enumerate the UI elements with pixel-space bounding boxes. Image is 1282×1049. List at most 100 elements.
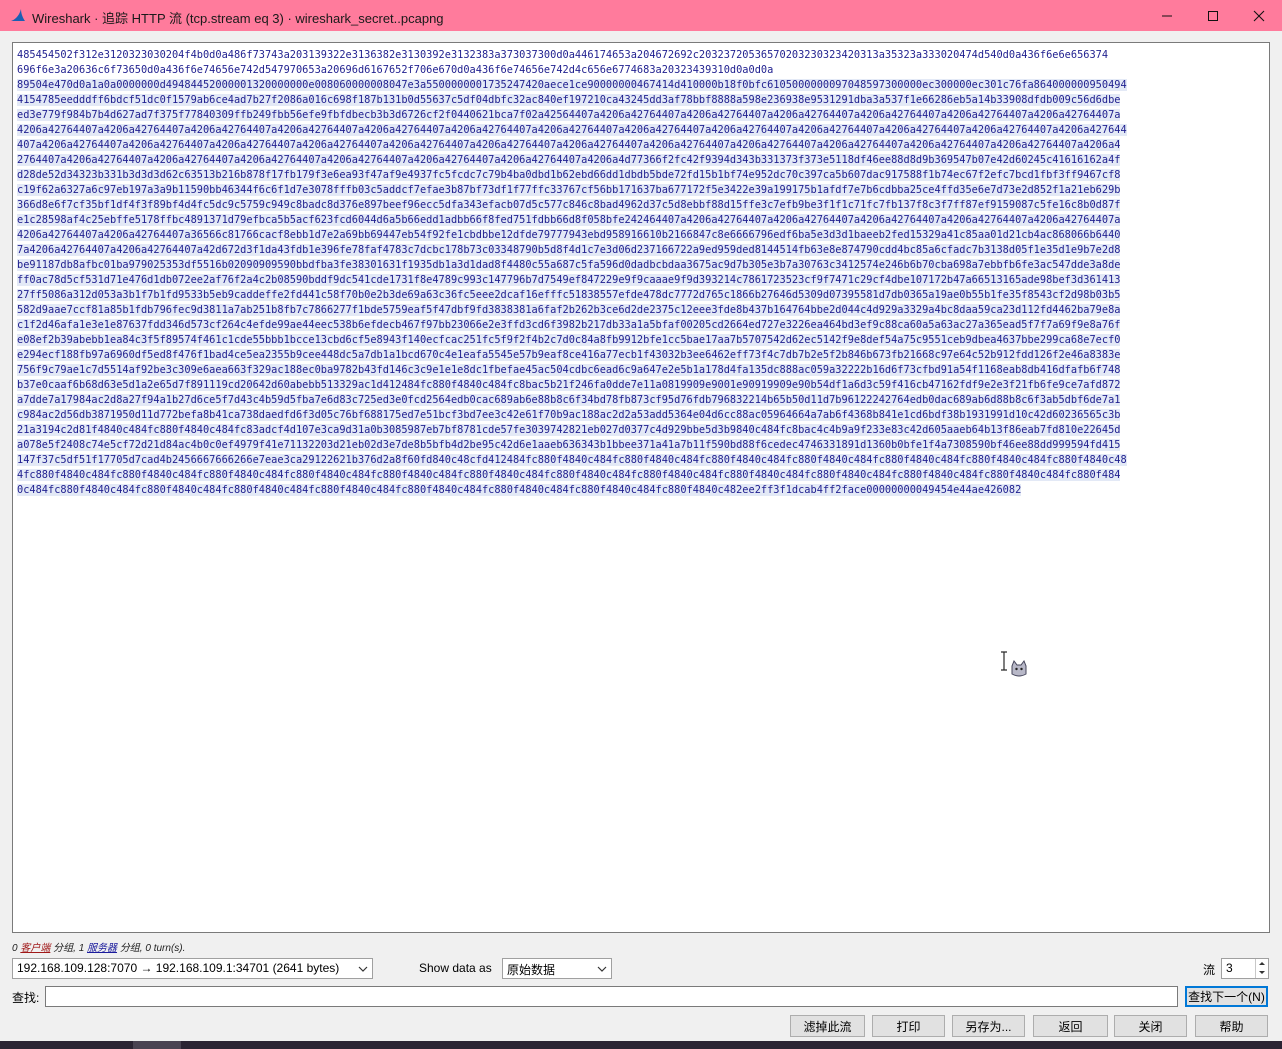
print-button[interactable]: 打印	[872, 1015, 945, 1037]
stream-line[interactable]: c19f62a6327a6c97eb197a3a9b11590bb46344f6…	[17, 183, 1267, 198]
server-packets-word: 分组,	[119, 943, 143, 954]
stream-line[interactable]: 366d8e6f7cf35bf1df4f3f89bf4d4fc5dc9c5759…	[17, 198, 1267, 213]
stream-line-text: 756f9c79ae1c7d5514af92be3c309e6aea663f32…	[17, 364, 1121, 376]
minimize-icon	[1162, 15, 1172, 16]
stream-line[interactable]: c1f2d46afa1e3e1e87637fdd346d573cf264c4ef…	[17, 318, 1267, 333]
taskbar-item[interactable]	[133, 1041, 181, 1049]
stream-line-text: 89504e470d0a1a0a0000000d4948445200000132…	[17, 79, 1127, 91]
stream-line-text: 0c484fc880f4840c484fc880f4840c484fc880f4…	[17, 484, 1022, 496]
find-next-button[interactable]: 查找下一个(N)	[1185, 986, 1268, 1007]
spin-down-icon[interactable]	[1256, 968, 1268, 977]
find-input[interactable]	[45, 986, 1178, 1007]
stream-line-text: 7a4206a42764407a4206a42764407a42d672d3f1…	[17, 244, 1121, 256]
stream-line-text: c984ac2d56db3871950d11d772befa8b41ca738d…	[17, 409, 1121, 421]
stream-line-text: 147f37c5df51f17705d7cad4b2456667666266e7…	[17, 454, 1127, 466]
stream-line-text: 27ff5086a312d053a3b1f7b1fd9533b5eb9cadde…	[17, 289, 1121, 301]
stream-line-text: 366d8e6f7cf35bf1df4f3f89bf4d4fc5dc9c5759…	[17, 199, 1121, 211]
title-bar[interactable]: Wireshark · 追踪 HTTP 流 (tcp.stream eq 3) …	[0, 0, 1282, 31]
stream-line-text: 582d9aae7ccf81a85b1fdb796fec9d3811a7ab25…	[17, 304, 1121, 316]
chevron-down-icon	[597, 963, 607, 973]
stream-line[interactable]: 696f6e3a20636c6f73650d0a436f6e74656e742d…	[17, 63, 1267, 78]
stream-line[interactable]: 4154785eedddff6bdcf51dc0f1579ab6ce4ad7b2…	[17, 93, 1267, 108]
stream-line[interactable]: ff0ac78d5cf531d71e476d1db072ee2af76f2a4c…	[17, 273, 1267, 288]
stream-line-text: a7dde7a17984ac2d8a27f94a1b27d6ce5f7d43c4…	[17, 394, 1121, 406]
stream-line-text: b37e0caaf6b68d63e5d1a2e65d7f891119cd2064…	[17, 379, 1121, 391]
stream-line[interactable]: 0c484fc880f4840c484fc880f4840c484fc880f4…	[17, 483, 1267, 498]
spin-arrows[interactable]	[1255, 959, 1268, 978]
window-title: Wireshark · 追踪 HTTP 流 (tcp.stream eq 3) …	[32, 11, 444, 26]
close-button[interactable]: 关闭	[1114, 1015, 1187, 1037]
stream-number-spinbox[interactable]: 3	[1221, 958, 1269, 979]
stream-line-text: 4206a42764407a4206a42764407a36566c81766c…	[17, 229, 1121, 241]
minimize-button[interactable]	[1144, 0, 1190, 31]
stream-text[interactable]: 485454502f312e3120323030204f4b0d0a486f73…	[17, 48, 1267, 498]
stream-line[interactable]: a078e5f2408c74e5cf72d21d84ac4b0c0ef4979f…	[17, 438, 1267, 453]
conversation-select[interactable]: 192.168.109.128:7070 → 192.168.109.1:347…	[12, 958, 373, 979]
back-button[interactable]: 返回	[1033, 1015, 1108, 1037]
client-label: 客户端	[20, 943, 51, 954]
stream-line[interactable]: 485454502f312e3120323030204f4b0d0a486f73…	[17, 48, 1267, 63]
maximize-button[interactable]	[1190, 0, 1236, 31]
stream-line[interactable]: 756f9c79ae1c7d5514af92be3c309e6aea663f32…	[17, 363, 1267, 378]
wireshark-fin-icon	[10, 8, 26, 22]
server-label: 服务器	[87, 943, 118, 954]
stream-line-text: a078e5f2408c74e5cf72d21d84ac4b0c0ef4979f…	[17, 439, 1121, 451]
stream-line-text: c19f62a6327a6c97eb197a3a9b11590bb46344f6…	[17, 184, 1121, 196]
stream-line[interactable]: 2764407a4206a42764407a4206a42764407a4206…	[17, 153, 1267, 168]
turns-count: 0 turn(s).	[145, 943, 186, 954]
stream-line[interactable]: 4fc880f4840c484fc880f4840c484fc880f4840c…	[17, 468, 1267, 483]
stream-line[interactable]: be91187db8afbc01ba979025353df5516b020909…	[17, 258, 1267, 273]
stream-line[interactable]: 21a3194c2d81f4840c484fc880f4840c484fc83a…	[17, 423, 1267, 438]
stream-line-text: c1f2d46afa1e3e1e87637fdd346d573cf264c4ef…	[17, 319, 1121, 331]
stream-line-text: 21a3194c2d81f4840c484fc880f4840c484fc83a…	[17, 424, 1121, 436]
chevron-down-icon	[358, 963, 368, 973]
stream-line[interactable]: ed3e779f984b7b4d627ad7f375f77840309ffb24…	[17, 108, 1267, 123]
stream-line[interactable]: e08ef2b39abebb1ea84c3f5f89574f461c1cde55…	[17, 333, 1267, 348]
stream-line-text: ed3e779f984b7b4d627ad7f375f77840309ffb24…	[17, 109, 1121, 121]
stream-line[interactable]: c984ac2d56db3871950d11d772befa8b41ca738d…	[17, 408, 1267, 423]
stream-line[interactable]: 89504e470d0a1a0a0000000d4948445200000132…	[17, 78, 1267, 93]
stream-line[interactable]: a7dde7a17984ac2d8a27f94a1b27d6ce5f7d43c4…	[17, 393, 1267, 408]
show-data-as-label: Show data as	[419, 961, 492, 975]
stream-line[interactable]: 27ff5086a312d053a3b1f7b1fd9533b5eb9cadde…	[17, 288, 1267, 303]
data-format-value: 原始数据	[507, 963, 556, 977]
stream-line-text: 4154785eedddff6bdcf51dc0f1579ab6ce4ad7b2…	[17, 94, 1121, 106]
stream-line-text: e08ef2b39abebb1ea84c3f5f89574f461c1cde55…	[17, 334, 1121, 346]
cat-cursor-icon	[1009, 659, 1029, 679]
maximize-icon	[1208, 10, 1218, 21]
stream-line[interactable]: 4206a42764407a4206a42764407a36566c81766c…	[17, 228, 1267, 243]
text-cursor-icon	[999, 651, 1009, 671]
server-count: 1	[78, 943, 85, 954]
stream-line[interactable]: 7a4206a42764407a4206a42764407a42d672d3f1…	[17, 243, 1267, 258]
stream-line[interactable]: b37e0caaf6b68d63e5d1a2e65d7f891119cd2064…	[17, 378, 1267, 393]
close-window-button[interactable]	[1236, 0, 1282, 31]
help-button[interactable]: 帮助	[1195, 1015, 1268, 1037]
stream-line-text: be91187db8afbc01ba979025353df5516b020909…	[17, 259, 1121, 271]
close-icon	[1253, 10, 1265, 21]
stream-line-text: 4fc880f4840c484fc880f4840c484fc880f4840c…	[17, 469, 1121, 481]
stream-content-area[interactable]: 485454502f312e3120323030204f4b0d0a486f73…	[12, 42, 1270, 933]
find-label: 查找:	[12, 991, 40, 1005]
stream-line[interactable]: 582d9aae7ccf81a85b1fdb796fec9d3811a7ab25…	[17, 303, 1267, 318]
stream-line[interactable]: e294ecf188fb97a6960df5ed8f476f1bad4ce5ea…	[17, 348, 1267, 363]
filter-out-stream-button[interactable]: 滤掉此流	[790, 1015, 865, 1037]
stream-line[interactable]: 407a4206a42764407a4206a42764407a4206a427…	[17, 138, 1267, 153]
client-packets-word: 分组,	[53, 943, 76, 954]
stream-line-text: e294ecf188fb97a6960df5ed8f476f1bad4ce5ea…	[17, 349, 1121, 361]
client-count: 0	[12, 943, 18, 954]
stream-line[interactable]: e1c28598af4c25ebffe5178ffbc4891371d79efb…	[17, 213, 1267, 228]
stream-number-value: 3	[1226, 961, 1233, 975]
stream-number-label: 流	[1203, 963, 1216, 977]
stream-line[interactable]: 147f37c5df51f17705d7cad4b2456667666266e7…	[17, 453, 1267, 468]
spin-up-icon[interactable]	[1256, 959, 1268, 968]
data-format-select[interactable]: 原始数据	[502, 958, 612, 979]
taskbar	[0, 1041, 1282, 1049]
stream-line[interactable]: d28de52d34323b331b3d3d3d62c63513b216b878…	[17, 168, 1267, 183]
conversation-value: 192.168.109.128:7070 → 192.168.109.1:347…	[17, 961, 340, 975]
stream-line-text: d28de52d34323b331b3d3d3d62c63513b216b878…	[17, 169, 1121, 181]
save-as-button[interactable]: 另存为...	[952, 1015, 1025, 1037]
stream-line-text: ff0ac78d5cf531d71e476d1db072ee2af76f2a4c…	[17, 274, 1121, 286]
stream-line-text: 485454502f312e3120323030204f4b0d0a486f73…	[17, 49, 1109, 61]
stream-line-text: 4206a42764407a4206a42764407a4206a4276440…	[17, 124, 1127, 136]
stream-line[interactable]: 4206a42764407a4206a42764407a4206a4276440…	[17, 123, 1267, 138]
